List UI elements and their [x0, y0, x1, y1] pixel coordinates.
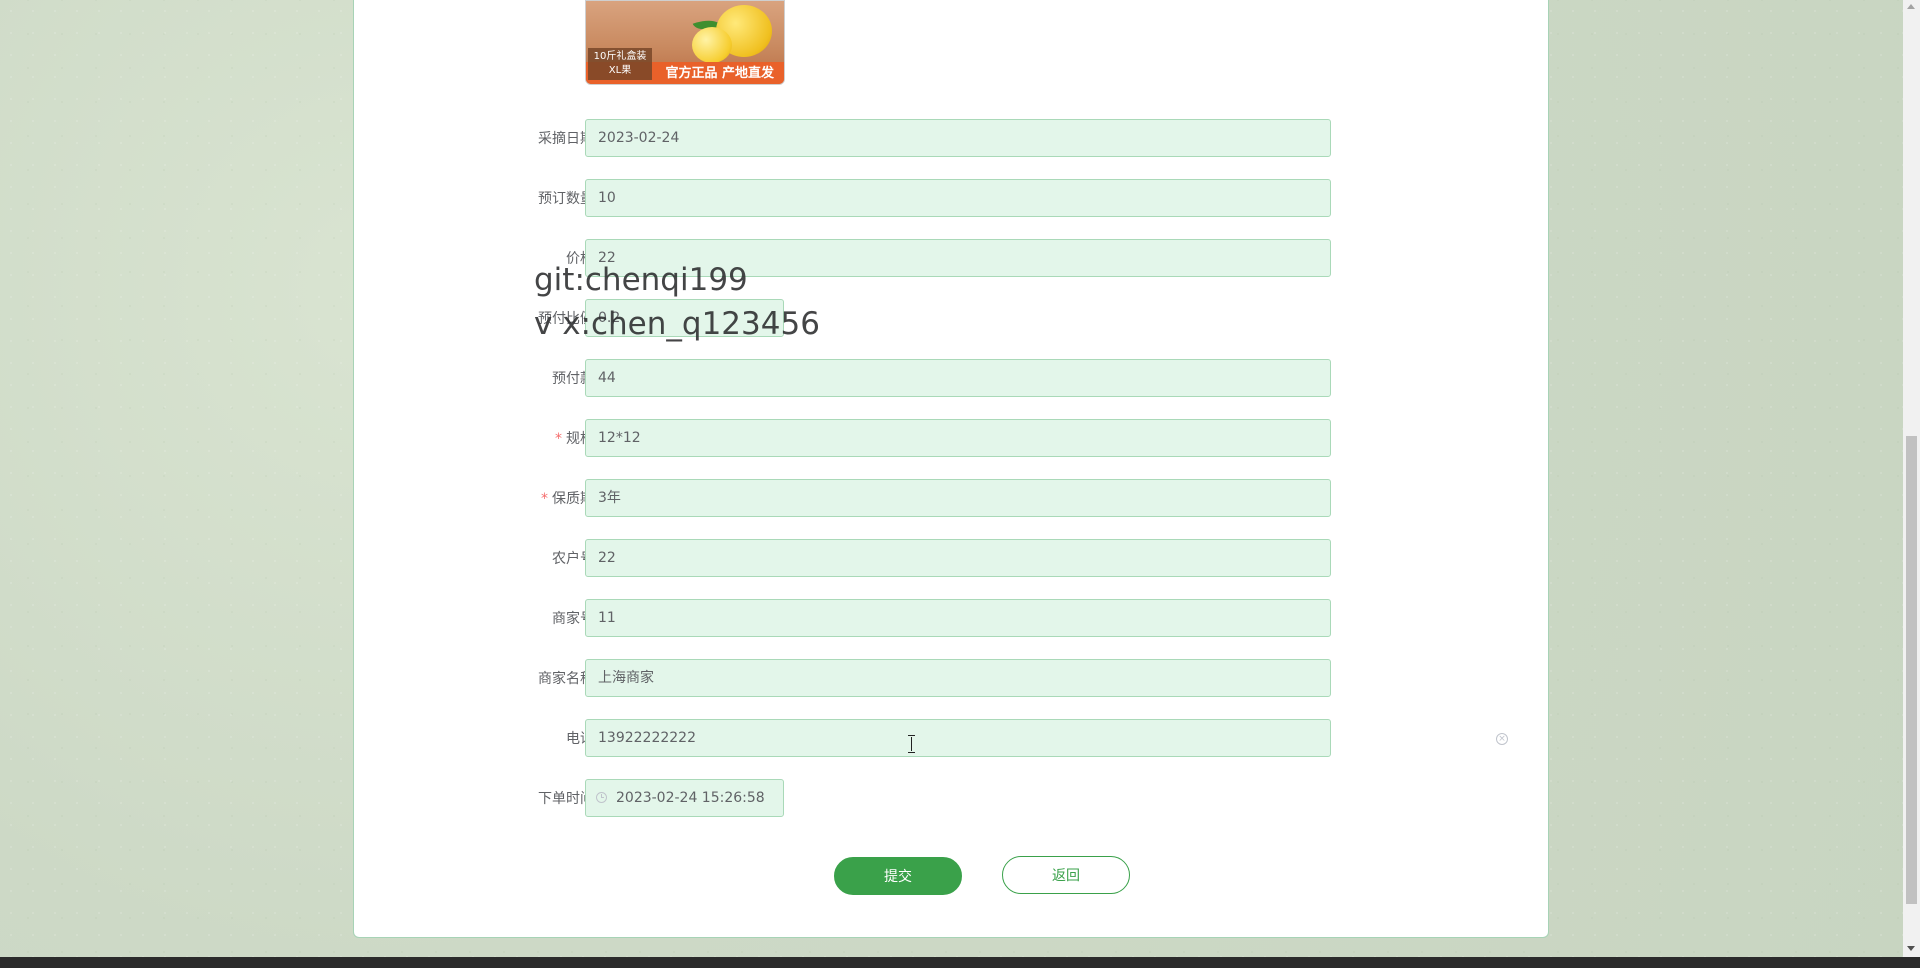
vertical-scrollbar[interactable] [1903, 0, 1920, 957]
required-mark: * [541, 491, 548, 507]
form-row-order-time: 下单时间 2023-02-24 15:26:58 [480, 779, 1340, 819]
order-time-value: 2023-02-24 15:26:58 [616, 790, 765, 806]
back-button[interactable]: 返回 [1002, 856, 1130, 894]
pick-date-input[interactable]: 2023-02-24 [585, 119, 1331, 157]
prepayment-input[interactable]: 44 [585, 359, 1331, 397]
order-time-input[interactable]: 2023-02-24 15:26:58 [585, 779, 784, 817]
form-row-merchant-id: 商家号 11 [480, 599, 1340, 639]
circle-close-icon[interactable]: × [1496, 733, 1508, 745]
watermark-wechat: v x:chen_q123456 [534, 306, 820, 342]
image-side-text: 10斤礼盒装 XL果 [588, 48, 652, 80]
spec-input[interactable]: 12*12 [585, 419, 1331, 457]
form-row-shelf-life: * 保质期 3年 [480, 479, 1340, 519]
merchant-name-input[interactable]: 上海商家 [585, 659, 1331, 697]
scroll-down-icon[interactable] [1907, 946, 1915, 951]
image-banner-text: 官方正品 产地直发 [665, 66, 774, 81]
submit-button[interactable]: 提交 [834, 857, 962, 895]
watermark-git: git:chenqi199 [534, 262, 748, 298]
text-cursor-icon [908, 735, 916, 753]
bottom-bar [0, 957, 1920, 968]
product-image: 官方正品 产地直发 10斤礼盒装 XL果 [585, 0, 785, 85]
form-row-prepayment: 预付款 44 [480, 359, 1340, 399]
scrollbar-thumb[interactable] [1906, 436, 1917, 904]
form-row-merchant-name: 商家名称 上海商家 [480, 659, 1340, 699]
orange-fruit [692, 27, 732, 63]
clock-icon [596, 792, 607, 803]
form-row-farmer-id: 农户号 22 [480, 539, 1340, 579]
merchant-id-input[interactable]: 11 [585, 599, 1331, 637]
form-row-quantity: 预订数量 10 [480, 179, 1340, 219]
scroll-up-icon[interactable] [1907, 4, 1915, 9]
farmer-id-input[interactable]: 22 [585, 539, 1331, 577]
shelf-life-input[interactable]: 3年 [585, 479, 1331, 517]
required-mark: * [555, 431, 562, 447]
phone-input[interactable]: 13922222222 [585, 719, 1331, 757]
form-row-pick-date: 采摘日期 2023-02-24 [480, 119, 1340, 159]
quantity-input[interactable]: 10 [585, 179, 1331, 217]
form-row-spec: * 规格 12*12 [480, 419, 1340, 459]
